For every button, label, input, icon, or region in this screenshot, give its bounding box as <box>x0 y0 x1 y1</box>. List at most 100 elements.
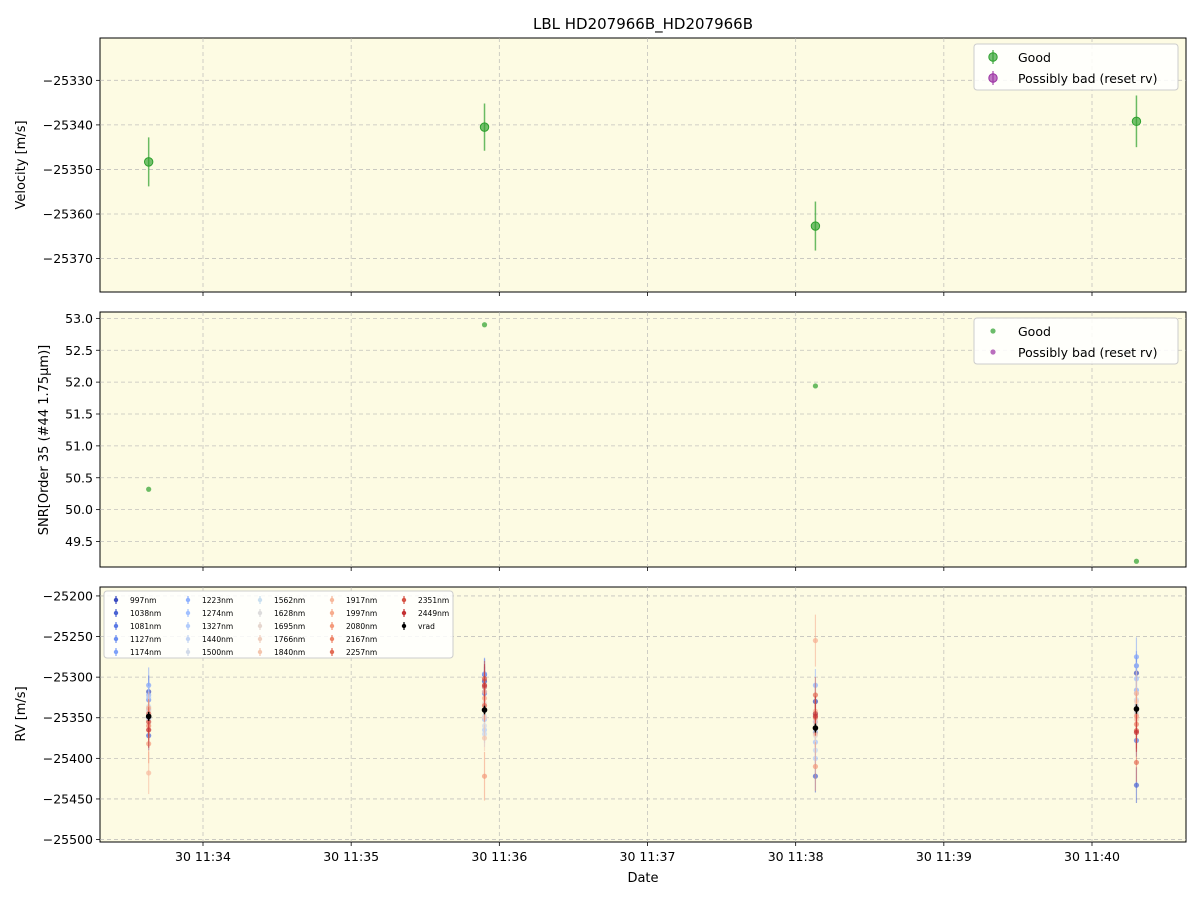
data-point <box>1133 759 1140 766</box>
legend-marker <box>988 73 998 83</box>
legend-marker <box>185 636 191 642</box>
legend-label: 1695nm <box>274 622 305 631</box>
x-tick-label: 30 11:39 <box>916 849 972 864</box>
data-point <box>810 221 821 231</box>
y-tick-label: −25360 <box>43 207 93 222</box>
data-point <box>1133 558 1140 564</box>
y-tick-label: −25200 <box>43 588 93 603</box>
legend-label: 1766nm <box>274 635 305 644</box>
data-point <box>812 637 819 644</box>
y-tick-label: −25400 <box>43 751 93 766</box>
legend-label: 1081nm <box>130 622 161 631</box>
y-tick-label: 51.5 <box>65 407 93 422</box>
x-tick-label: 30 11:35 <box>323 849 379 864</box>
legend-label: 1174nm <box>130 648 161 657</box>
legend-label: Possibly bad (reset rv) <box>1018 71 1157 86</box>
data-point <box>812 383 819 389</box>
data-point <box>481 707 488 713</box>
legend-label: 2351nm <box>418 596 449 605</box>
legend-marker <box>185 649 191 655</box>
legend-label: 1223nm <box>202 596 233 605</box>
data-point <box>481 735 488 741</box>
legend-label: 1997nm <box>346 609 377 618</box>
y-tick-label: −25300 <box>43 670 93 685</box>
y-tick-label: 50.0 <box>65 502 93 517</box>
data-point <box>146 770 152 776</box>
legend-marker <box>329 636 335 642</box>
legend-label: Good <box>1018 50 1051 65</box>
legend-label: 2449nm <box>418 609 449 618</box>
data-point <box>479 122 490 132</box>
y-tick-label: −25340 <box>43 117 93 132</box>
data-point <box>812 725 819 731</box>
data-point <box>146 486 152 492</box>
legend-marker <box>329 623 335 629</box>
y-tick-label: −25450 <box>43 791 93 806</box>
velocity-axis-label: Velocity [m/s] <box>14 120 29 209</box>
y-tick-label: 49.5 <box>65 534 93 549</box>
data-point <box>143 157 154 167</box>
rv-axis-label: RV [m/s] <box>14 686 29 741</box>
legend-marker <box>113 649 119 655</box>
legend-label: 1562nm <box>274 596 305 605</box>
y-tick-label: −25330 <box>43 73 93 88</box>
panel-0: −25330 −25340 −25350 −25360 −25370 Good Possib… <box>43 37 1187 296</box>
legend-label: 1274nm <box>202 609 233 618</box>
y-tick-label: −25350 <box>43 710 93 725</box>
legend-marker <box>257 597 263 603</box>
legend-label: Possibly bad (reset rv) <box>1018 345 1157 360</box>
legend-label: 1840nm <box>274 648 305 657</box>
legend-marker <box>990 328 996 334</box>
y-tick-label: 52.5 <box>65 343 93 358</box>
snr-axis-label: SNR[Order 35 (#44 1.75μm)] <box>37 345 52 536</box>
x-tick-label: 30 11:34 <box>175 849 231 864</box>
data-point <box>812 713 819 719</box>
chart-title: LBL HD207966B_HD207966B <box>533 15 753 34</box>
data-point <box>1133 782 1140 788</box>
x-axis-label: Date <box>627 871 658 886</box>
data-point <box>481 773 488 779</box>
legend-marker <box>185 623 191 629</box>
legend-marker <box>257 636 263 642</box>
legend-marker <box>113 636 119 642</box>
data-point <box>481 322 488 328</box>
data-point <box>812 763 819 770</box>
legend-marker <box>185 597 191 603</box>
y-tick-label: 53.0 <box>65 311 93 326</box>
legend-marker <box>113 597 119 603</box>
legend-marker <box>329 597 335 603</box>
legend-label: 1628nm <box>274 609 305 618</box>
data-point <box>146 727 152 733</box>
x-tick-label: 30 11:36 <box>471 849 527 864</box>
data-point <box>481 682 488 688</box>
legend-marker <box>185 610 191 616</box>
legend-marker <box>257 610 263 616</box>
data-point <box>1133 729 1140 735</box>
legend-label: 1440nm <box>202 635 233 644</box>
legend-label: 2080nm <box>346 622 377 631</box>
chart-figure: LBL HD207966B_HD207966B Date Velocity [m… <box>14 15 1187 886</box>
legend-label: 1327nm <box>202 622 233 631</box>
legend-marker <box>401 597 407 603</box>
data-point <box>1131 116 1142 127</box>
legend-label: 1038nm <box>130 609 161 618</box>
data-point <box>145 713 152 720</box>
legend-marker <box>329 649 335 655</box>
y-tick-label: −25350 <box>43 162 93 177</box>
legend-label: 1917nm <box>346 596 377 605</box>
y-tick-label: −25370 <box>43 251 93 266</box>
legend-label: 1500nm <box>202 648 233 657</box>
legend-marker <box>329 610 335 616</box>
legend-label: 1127nm <box>130 635 161 644</box>
legend-label: Good <box>1018 324 1051 339</box>
y-tick-label: 50.5 <box>65 470 93 485</box>
legend-label: 2257nm <box>346 648 377 657</box>
legend-label: 997nm <box>130 596 156 605</box>
x-tick-label: 30 11:40 <box>1064 849 1120 864</box>
y-tick-label: 52.0 <box>65 375 93 390</box>
legend-marker <box>990 349 996 355</box>
y-tick-label: 51.0 <box>65 438 93 453</box>
legend-label: 2167nm <box>346 635 377 644</box>
legend-label: vrad <box>418 622 435 631</box>
x-tick-label: 30 11:37 <box>620 849 676 864</box>
